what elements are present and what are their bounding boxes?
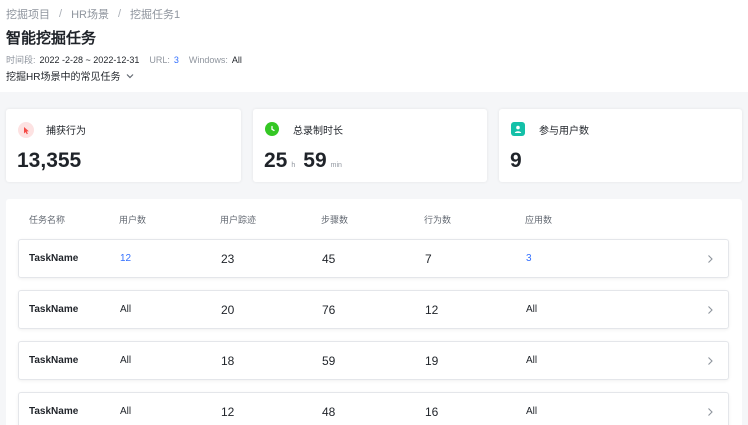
column-header-task-name: 任务名称	[29, 215, 66, 225]
table-row[interactable]: TaskName All 12 48 16 All	[18, 392, 729, 425]
task-apps: All	[526, 304, 538, 315]
column-header-actions: 行为数	[424, 215, 452, 225]
breadcrumb-item-task: 挖掘任务1	[130, 9, 181, 21]
column-header-steps: 步骤数	[321, 215, 349, 225]
user-icon	[511, 122, 525, 136]
task-name: TaskName	[29, 355, 79, 366]
task-description: 挖掘HR场景中的常见任务	[6, 72, 121, 83]
task-apps: All	[526, 355, 538, 366]
task-name: TaskName	[29, 253, 79, 264]
task-name: TaskName	[29, 304, 79, 315]
task-users: All	[120, 355, 132, 366]
table-header: 任务名称 用户数 用户踪迹 步骤数 行为数 应用数	[6, 199, 742, 235]
stat-value-users: 9	[510, 149, 522, 172]
page-title: 智能挖掘任务	[6, 30, 97, 47]
chevron-right-icon	[708, 357, 713, 365]
task-actions: 12	[425, 303, 439, 317]
table-row[interactable]: TaskName All 18 59 19 All	[18, 341, 729, 380]
cursor-click-icon	[18, 122, 34, 138]
breadcrumb-item-scene[interactable]: HR场景	[71, 6, 109, 22]
task-users: All	[120, 406, 132, 417]
breadcrumb-separator: /	[117, 8, 122, 20]
stat-card-actions: 捕获行为 13,355	[6, 109, 241, 182]
breadcrumb-separator: /	[59, 8, 63, 20]
description-toggle[interactable]: 挖掘HR场景中的常见任务	[6, 68, 135, 83]
time-value: 2022 -2-28 ~ 2022-12-31	[39, 54, 140, 65]
duration-minutes: 59	[303, 149, 327, 172]
chevron-right-icon	[708, 255, 713, 263]
stat-card-users: 参与用户数 9	[499, 109, 742, 182]
task-traces: 23	[221, 252, 235, 266]
windows-value: All	[231, 54, 242, 65]
task-name: TaskName	[29, 406, 79, 417]
clock-icon	[265, 122, 279, 136]
column-header-traces: 用户踪迹	[220, 215, 257, 225]
breadcrumb: 挖掘项目 / HR场景 / 挖掘任务1	[6, 6, 180, 22]
task-meta: 时间段: 2022 -2-28 ~ 2022-12-31 URL: 3 Wind…	[6, 53, 252, 66]
page-header: 挖掘项目 / HR场景 / 挖掘任务1 智能挖掘任务 时间段: 2022 -2-…	[0, 0, 748, 92]
task-users-link[interactable]: 12	[120, 253, 131, 264]
task-steps: 45	[322, 252, 336, 266]
task-actions: 19	[425, 354, 439, 368]
column-header-users: 用户数	[119, 215, 147, 225]
task-actions: 7	[425, 252, 432, 266]
task-traces: 18	[221, 354, 235, 368]
stat-value-duration: 25 h 59 min	[264, 149, 350, 173]
column-header-apps: 应用数	[525, 215, 553, 225]
url-label: URL:	[149, 54, 170, 65]
time-label: 时间段:	[6, 55, 36, 65]
table-row[interactable]: TaskName All 20 76 12 All	[18, 290, 729, 329]
task-apps: All	[526, 406, 538, 417]
task-traces: 20	[221, 303, 235, 317]
task-traces: 12	[221, 405, 235, 419]
task-actions: 16	[425, 405, 439, 419]
url-count-link[interactable]: 3	[174, 55, 179, 65]
stat-card-duration: 总录制时长 25 h 59 min	[253, 109, 487, 182]
task-apps-link[interactable]: 3	[526, 253, 532, 264]
chevron-right-icon	[708, 408, 713, 416]
task-users: All	[120, 304, 132, 315]
task-table: 任务名称 用户数 用户踪迹 步骤数 行为数 应用数 TaskName 12 23…	[6, 199, 742, 425]
stat-label-actions: 捕获行为	[46, 126, 86, 137]
duration-minutes-unit: min	[330, 162, 342, 169]
chevron-down-icon	[127, 73, 134, 78]
duration-hours-unit: h	[291, 162, 296, 169]
chevron-right-icon	[708, 306, 713, 314]
table-row[interactable]: TaskName 12 23 45 7 3	[18, 239, 729, 278]
task-steps: 48	[322, 405, 336, 419]
task-steps: 59	[322, 354, 336, 368]
stat-label-duration: 总录制时长	[293, 126, 343, 137]
task-steps: 76	[322, 303, 336, 317]
duration-hours: 25	[264, 149, 288, 172]
windows-label: Windows:	[188, 54, 228, 65]
breadcrumb-item-project[interactable]: 挖掘项目	[6, 6, 50, 22]
stat-label-users: 参与用户数	[539, 126, 589, 137]
stat-value-actions: 13,355	[17, 149, 82, 172]
